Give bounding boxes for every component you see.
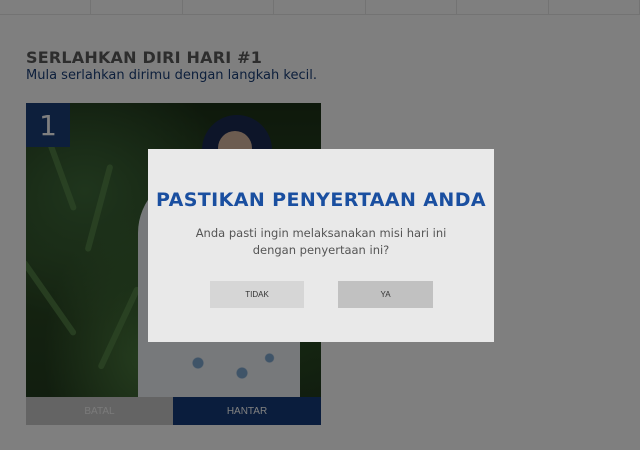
dialog-title: PASTIKAN PENYERTAAN ANDA (156, 189, 486, 211)
dialog-actions: TIDAK YA (148, 281, 494, 308)
dialog-message-line: dengan penyertaan ini? (252, 243, 390, 257)
dialog-message: Anda pasti ingin melaksanakan misi hari … (176, 225, 466, 259)
confirm-dialog: PASTIKAN PENYERTAAN ANDA Anda pasti ingi… (148, 149, 494, 342)
yes-button[interactable]: YA (338, 281, 433, 308)
dialog-message-line: Anda pasti ingin melaksanakan misi hari … (195, 226, 447, 240)
no-button[interactable]: TIDAK (210, 281, 304, 308)
